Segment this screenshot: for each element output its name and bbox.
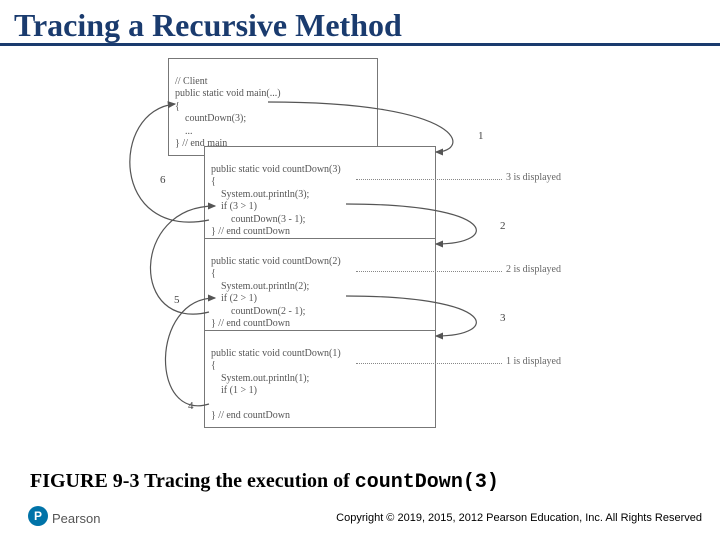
step-label-2: 2 (500, 220, 506, 232)
code-call: countDown(3); (175, 113, 246, 124)
code-sig: public static void countDown(1) (211, 348, 341, 359)
code-rec: countDown(3 - 1); (211, 214, 305, 225)
note-1-displayed: 1 is displayed (506, 356, 561, 367)
code-brace: { (211, 360, 216, 371)
code-brace: { (211, 176, 216, 187)
code-close: } // end countDown (211, 226, 290, 237)
pearson-logo: P (28, 506, 48, 526)
note-3-displayed: 3 is displayed (506, 172, 561, 183)
code-comment: // Client (175, 76, 208, 87)
trace-diagram: // Client public static void main(...) {… (0, 52, 720, 462)
code-brace: { (211, 268, 216, 279)
figure-caption: FIGURE 9-3 Tracing the execution of coun… (30, 470, 499, 494)
step-label-4: 4 (188, 400, 194, 412)
dots-cd3 (356, 179, 502, 180)
code-close: } // end countDown (211, 318, 290, 329)
code-box-cd3: public static void countDown(3) { System… (204, 146, 436, 244)
code-sig: public static void countDown(3) (211, 164, 341, 175)
code-if: if (1 > 1) (211, 385, 257, 396)
code-ellipsis: ... (175, 126, 193, 137)
code-if: if (3 > 1) (211, 201, 257, 212)
step-label-3: 3 (500, 312, 506, 324)
step-label-1: 1 (478, 130, 484, 142)
slide-title: Tracing a Recursive Method (0, 0, 720, 46)
copyright-text: Copyright © 2019, 2015, 2012 Pearson Edu… (336, 512, 702, 524)
note-2-displayed: 2 is displayed (506, 264, 561, 275)
code-box-cd2: public static void countDown(2) { System… (204, 238, 436, 336)
caption-prefix: FIGURE 9-3 Tracing the execution of (30, 470, 355, 492)
code-box-main: // Client public static void main(...) {… (168, 58, 378, 156)
code-print: System.out.println(1); (211, 373, 309, 384)
code-close: } // end countDown (211, 410, 290, 421)
code-brace: { (175, 101, 180, 112)
code-print: System.out.println(2); (211, 281, 309, 292)
code-sig: public static void main(...) (175, 88, 281, 99)
brand-name: Pearson (52, 511, 100, 526)
code-rec: countDown(2 - 1); (211, 306, 305, 317)
step-label-6: 6 (160, 174, 166, 186)
dots-cd2 (356, 271, 502, 272)
caption-code: countDown(3) (355, 471, 499, 494)
code-box-cd1: public static void countDown(1) { System… (204, 330, 436, 428)
dots-cd1 (356, 363, 502, 364)
code-print: System.out.println(3); (211, 189, 309, 200)
code-if: if (2 > 1) (211, 293, 257, 304)
code-sig: public static void countDown(2) (211, 256, 341, 267)
step-label-5: 5 (174, 294, 180, 306)
